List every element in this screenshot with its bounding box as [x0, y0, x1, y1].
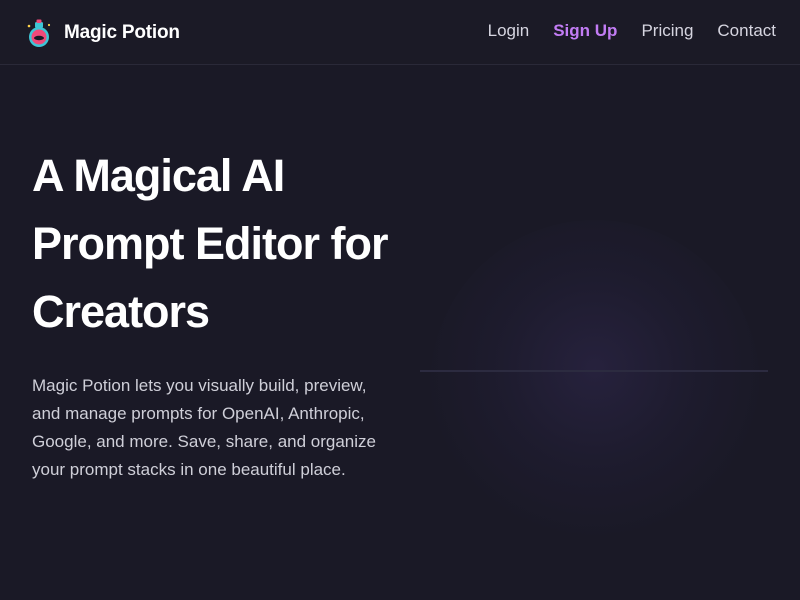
hero-glow-decoration [430, 220, 760, 550]
brand-logo-link[interactable]: Magic Potion [24, 17, 180, 49]
nav-menu: Login Sign Up Pricing Contact [464, 21, 776, 41]
nav-signup-link[interactable]: Sign Up [553, 21, 617, 41]
nav-contact-link[interactable]: Contact [717, 21, 776, 41]
nav-login-link[interactable]: Login [488, 21, 530, 41]
potion-bottle-icon [27, 19, 51, 47]
nav-pricing-link[interactable]: Pricing [641, 21, 693, 41]
hero-title: A Magical AI Prompt Editor for Creators [32, 150, 388, 337]
brand-name: Magic Potion [64, 22, 180, 43]
hero-divider-line [420, 370, 768, 372]
hero-description: Magic Potion lets you visually build, pr… [32, 376, 376, 479]
top-navbar: Magic Potion Login Sign Up Pricing Conta… [0, 0, 800, 65]
landing-page: Magic Potion Login Sign Up Pricing Conta… [0, 0, 800, 600]
